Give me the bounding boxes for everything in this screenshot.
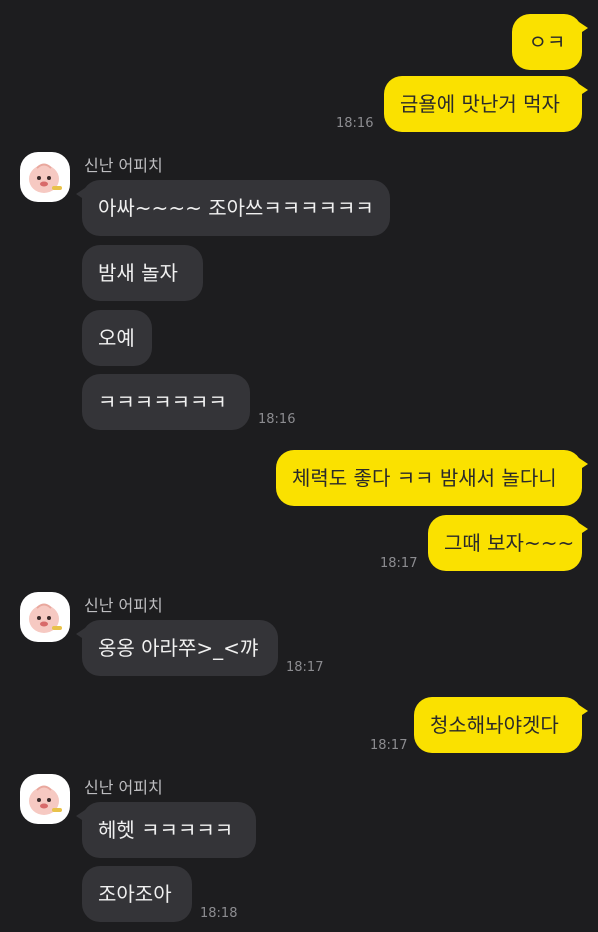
- my-message-bubble[interactable]: 금욜에 맛난거 먹자: [384, 76, 588, 132]
- contact-message-bubble[interactable]: 아싸~~~~ 조아쓰ㅋㅋㅋㅋㅋㅋ: [76, 180, 390, 236]
- contact-message-bubble[interactable]: 오예: [82, 310, 152, 366]
- message-time: 18:17: [380, 556, 418, 571]
- my-message-bubble[interactable]: ㅇㅋ: [512, 14, 588, 70]
- message-time: 18:17: [286, 660, 324, 675]
- contact-avatar[interactable]: [20, 592, 70, 642]
- my-message-bubble[interactable]: 청소해놔야겟다: [414, 697, 588, 753]
- message-time: 18:16: [336, 116, 374, 131]
- contact-message-bubble[interactable]: 옹옹 아라쭈>_<꺄: [76, 620, 278, 676]
- apeach-profile-icon: [29, 785, 62, 815]
- contact-name: 신난 어피치: [84, 596, 163, 615]
- apeach-profile-icon: [29, 163, 62, 193]
- contact-message-bubble[interactable]: ㅋㅋㅋㅋㅋㅋㅋ: [82, 374, 250, 430]
- chat-screen: ㅇㅋ 18:16 금욜에 맛난거 먹자 신난 어피치 아싸~~~~ 조아쓰ㅋㅋㅋ…: [4, 0, 594, 932]
- contact-message-bubble[interactable]: 헤헷 ㅋㅋㅋㅋㅋ: [76, 802, 256, 858]
- contact-name: 신난 어피치: [84, 156, 163, 175]
- contact-message-bubble[interactable]: 밤새 놀자: [82, 245, 203, 301]
- message-time: 18:17: [370, 738, 408, 753]
- apeach-profile-icon: [29, 603, 62, 633]
- message-time: 18:16: [258, 412, 296, 427]
- contact-message-bubble[interactable]: 조아조아: [82, 866, 192, 922]
- my-message-bubble[interactable]: 체력도 좋다 ㅋㅋ 밤새서 놀다니: [276, 450, 588, 506]
- contact-name: 신난 어피치: [84, 778, 163, 797]
- contact-avatar[interactable]: [20, 152, 70, 202]
- my-message-bubble[interactable]: 그때 보자~~~: [428, 515, 588, 571]
- message-time: 18:18: [200, 906, 238, 921]
- contact-avatar[interactable]: [20, 774, 70, 824]
